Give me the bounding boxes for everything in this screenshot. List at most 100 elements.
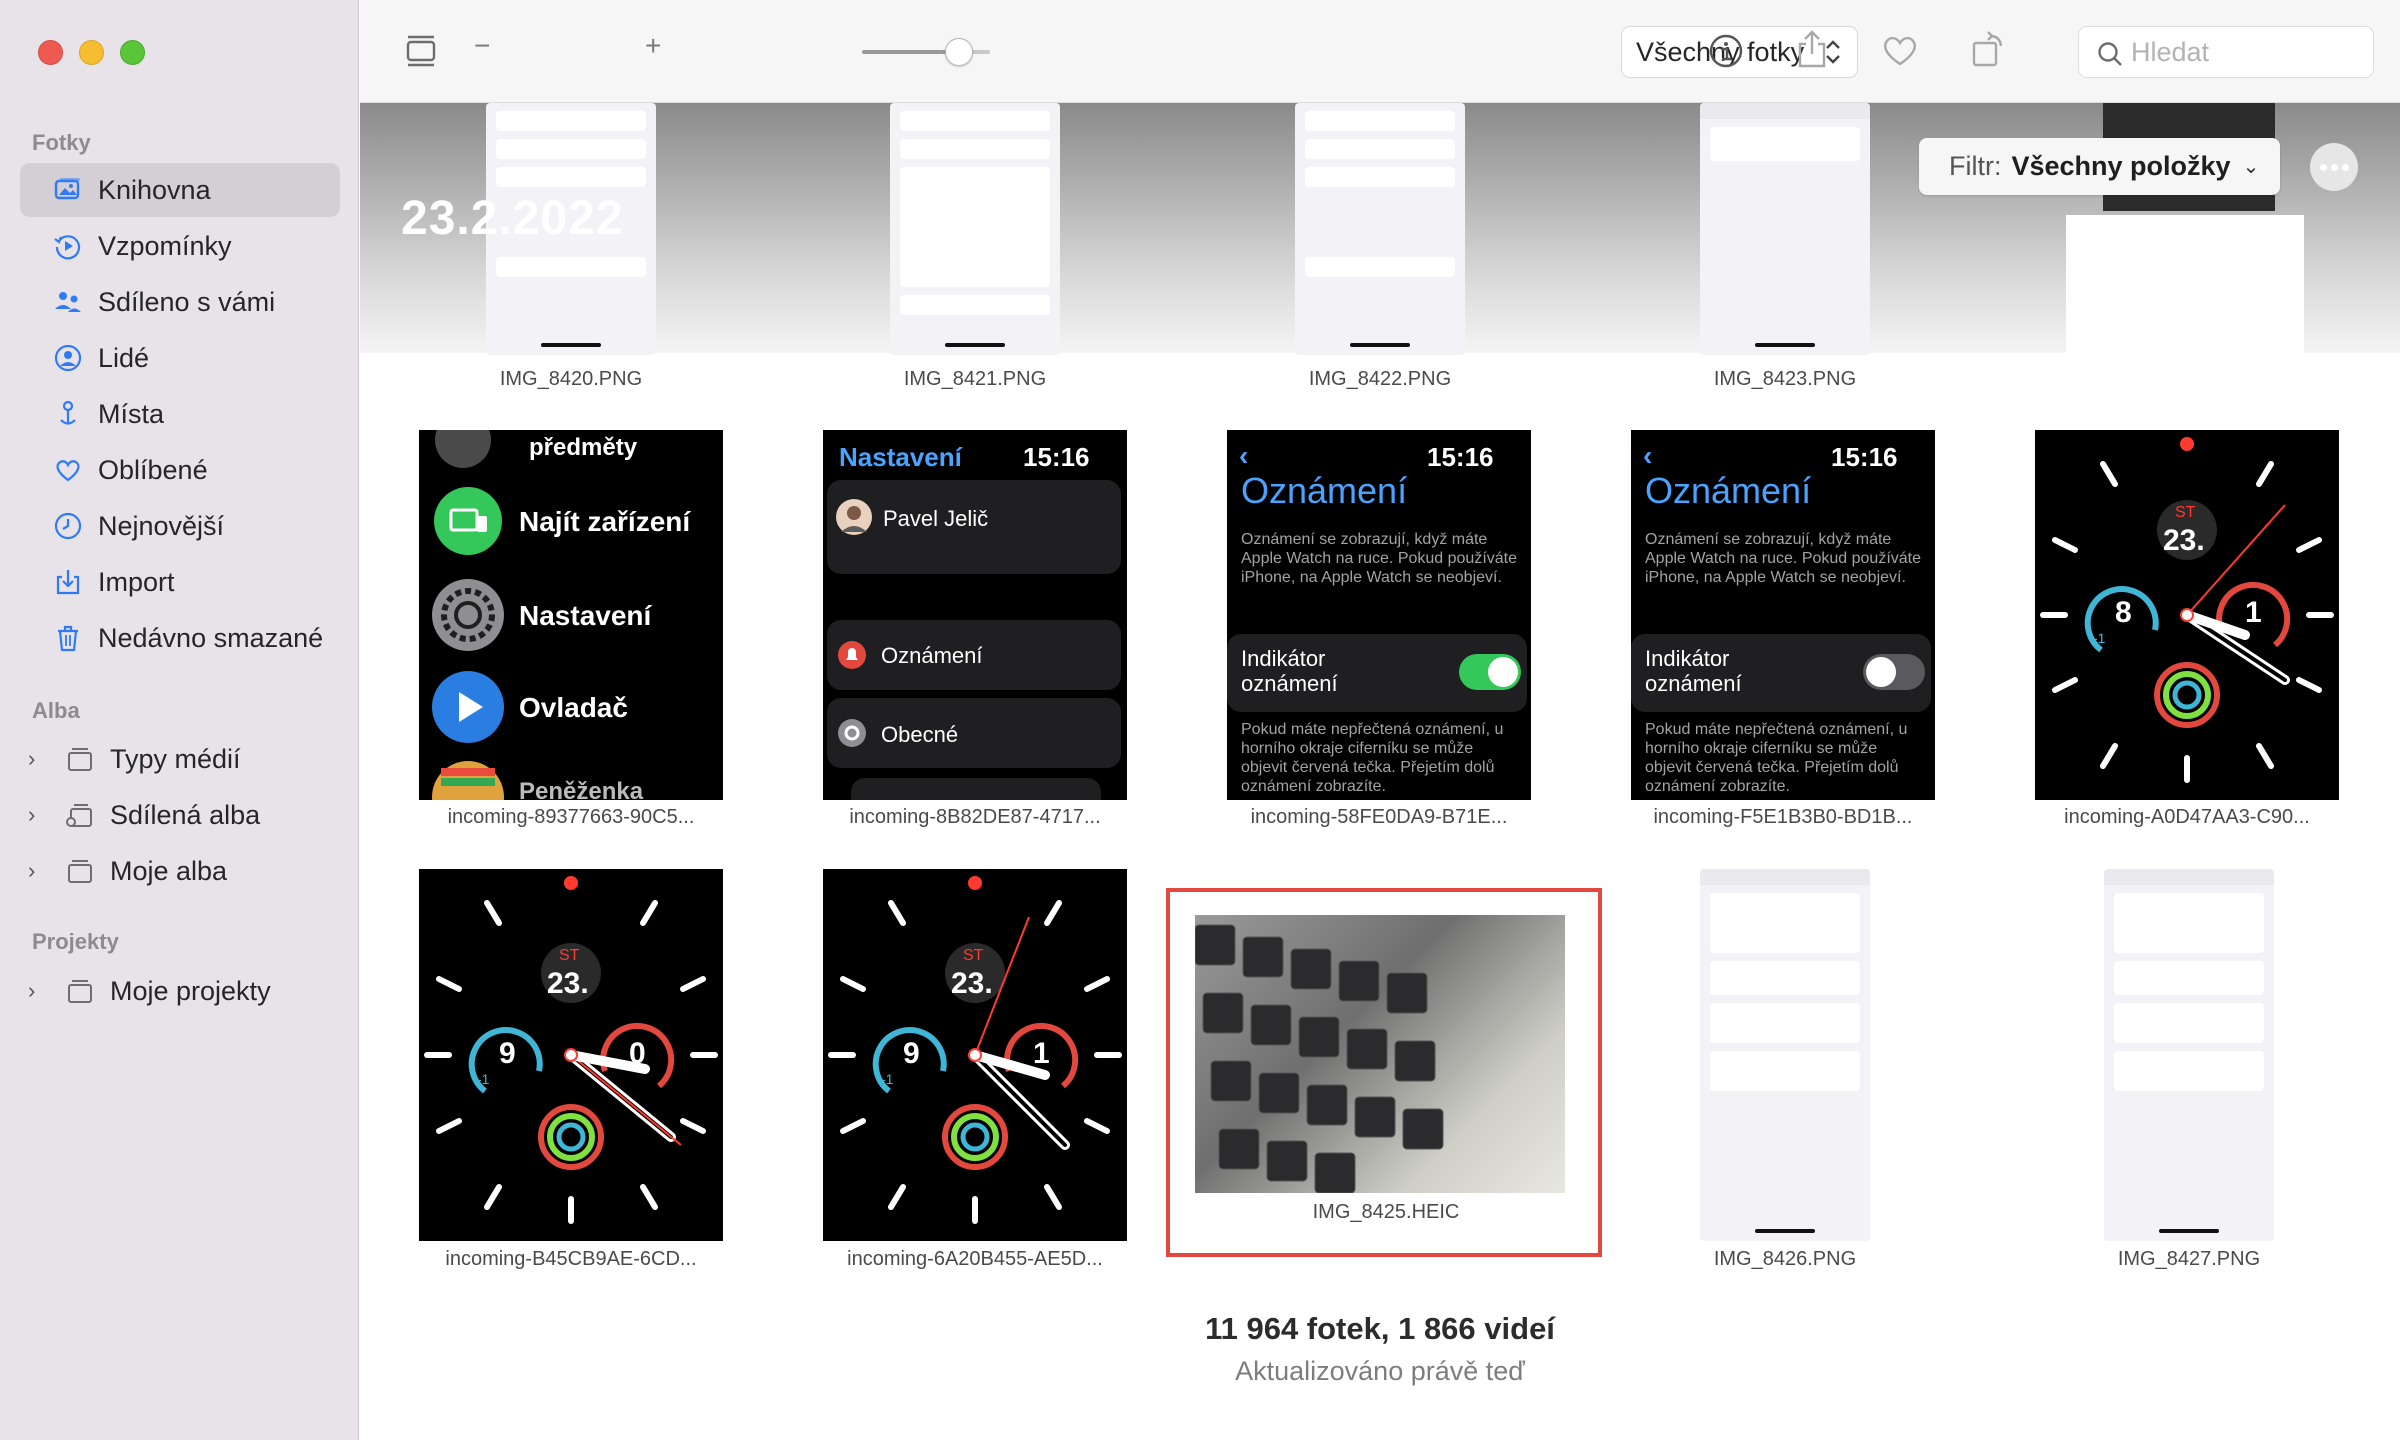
sidebar-item-my-projects[interactable]: › Moje projekty [28,966,271,1016]
photo-caption: IMG_8421.PNG [903,368,1047,390]
sidebar-item-label: Nejnovější [98,510,225,541]
photo-thumbnail-keyboard[interactable] [1195,915,1565,1193]
photo-thumbnail-watch-notifications-off[interactable]: ‹ 15:16 Oznámení Oznámení se zobrazují, … [1631,430,1935,800]
sidebar-item-recents[interactable]: Nejnovější [20,499,340,553]
photo-thumbnail-img-8426[interactable] [1700,869,1870,1241]
filter-button[interactable]: Filtr: Všechny položky ⌄ [1919,138,2280,195]
sidebar-item-favorites[interactable]: Oblíbené [20,443,340,497]
avatar [836,499,872,535]
chevron-right-icon[interactable]: › [28,858,46,884]
watch-time: 15:16 [1023,442,1090,472]
section-header-albums: Alba [32,698,80,723]
watch-complication-sub: -1 [2093,630,2106,646]
watch-complication-value: 9 [499,1037,516,1070]
import-icon [52,566,84,598]
photo-caption: IMG_8427.PNG [2117,1248,2261,1270]
zoom-slider-knob[interactable] [945,38,973,66]
sidebar-item-library[interactable]: Knihovna [20,163,340,217]
close-window-button[interactable] [38,40,63,65]
sidebar-item-people[interactable]: Lidé [20,331,340,385]
heart-icon [52,454,84,486]
photo-thumbnail-watch-face[interactable]: ST 23. 9 -1 1 [823,869,1127,1241]
sidebar-item-recently-deleted[interactable]: Nedávno smazané [20,611,340,665]
chevron-right-icon[interactable]: › [28,802,46,828]
photo-thumbnail-watch-notifications-on[interactable]: ‹ 15:16 Oznámení Oznámení se zobrazují, … [1227,430,1531,800]
photo-thumbnail-img-8427[interactable] [2104,869,2274,1241]
sidebar-item-label: Vzpomínky [98,230,232,261]
sidebar-item-memories[interactable]: Vzpomínky [20,219,340,273]
watch-row-label: Oznámení [881,643,983,668]
watch-complication-sub: -1 [881,1071,894,1087]
watch-complication-value: 8 [2115,596,2132,629]
rotate-icon[interactable] [1968,30,2008,70]
sidebar-item-shared-with-you[interactable]: Sdíleno s vámi [20,275,340,329]
keyboard-photo-icon [1195,924,1444,1193]
notification-indicator-toggle [1459,654,1521,690]
photo-thumbnail-watch-face[interactable]: ST 23. 9 -1 0 [419,869,723,1241]
watch-complication-value: 1 [1033,1037,1050,1070]
date-heading: 23.2.2022 [401,192,624,245]
zoom-in-button[interactable]: + [645,30,661,62]
photo-thumbnail-img-8422[interactable] [1295,103,1465,355]
photo-caption: incoming-58FE0DA9-B71E... [1250,806,1508,828]
window-controls [38,40,145,65]
photo-thumbnail-white[interactable] [2066,215,2304,355]
photo-thumbnail-watch-face[interactable]: ST 23. 8 -1 1 [2035,430,2339,800]
notification-indicator-toggle [1863,654,1925,690]
album-stack-icon [64,743,96,775]
photo-thumbnail-img-8423[interactable] [1700,103,1870,355]
minimize-window-button[interactable] [79,40,104,65]
watch-card [851,778,1101,800]
photo-thumbnail-img-8421[interactable] [890,103,1060,355]
play-remote-icon [432,671,504,743]
zoom-window-button[interactable] [120,40,145,65]
dot-icon [2319,163,2327,171]
sidebar-item-label: Místa [98,398,165,429]
photo-caption: incoming-6A20B455-AE5D... [847,1248,1103,1270]
watch-complication-value: 0 [629,1037,646,1070]
sidebar-item-label: Knihovna [98,174,211,205]
sidebar-item-label: Nedávno smazané [98,622,324,653]
info-icon[interactable] [1707,32,1745,70]
library-updated-status: Aktualizováno právě teď [1235,1356,1525,1386]
search-field[interactable]: Hledat [2078,26,2374,78]
watch-complication-value: 1 [2245,596,2262,629]
watch-time: 15:16 [1427,442,1494,472]
sidebar-item-label: Sdílená alba [110,799,261,830]
notification-bell-icon [838,641,866,669]
sidebar-item-label: Sdíleno s vámi [98,286,276,317]
album-stack-icon [64,975,96,1007]
watch-card [827,698,1121,768]
sidebar-item-label: Import [98,566,175,597]
chevron-right-icon[interactable]: › [28,978,46,1004]
watch-description: Oznámení se zobrazují, když máte Apple W… [1645,531,1922,586]
chevron-down-icon: ⌄ [2242,156,2260,178]
clock-icon [52,510,84,542]
sidebar-item-shared-albums[interactable]: › Sdílená alba [28,790,260,840]
wallet-icon [432,761,504,800]
zoom-out-button[interactable]: − [474,30,490,62]
sidebar-item-places[interactable]: Místa [20,387,340,441]
watch-date: 23. [951,967,993,1000]
photo-caption: IMG_8426.PNG [1713,1248,1857,1270]
photo-thumbnail-watch-menu[interactable]: předměty Najít zařízení Nastavení Ovlada… [419,430,723,800]
photo-thumbnail-watch-settings[interactable]: Nastavení 15:16 Pavel Jelič Oznámení Obe… [823,430,1127,800]
shared-album-icon [64,799,96,831]
dot-icon [2330,163,2338,171]
watch-day: ST [2175,504,2196,521]
watch-day: ST [963,947,984,964]
share-icon[interactable] [1793,28,1831,70]
watch-footnote: Pokud máte nepřečtená oznámení, u horníh… [1645,721,1908,795]
chevron-left-icon: ‹ [1643,440,1653,471]
sidebar-item-my-albums[interactable]: › Moje alba [28,846,227,896]
favorite-heart-icon[interactable] [1880,32,1920,68]
toggle-sidebar-icon[interactable] [404,34,438,68]
photo-caption: IMG_8425.HEIC [1312,1201,1460,1223]
chevron-right-icon[interactable]: › [28,746,46,772]
sidebar-item-import[interactable]: Import [20,555,340,609]
watch-day: ST [559,947,580,964]
sidebar: Fotky Knihovna Vzpomínky Sdíleno s vámi … [0,0,359,1440]
more-options-button[interactable] [2310,143,2358,191]
watch-user-name: Pavel Jelič [883,506,989,531]
sidebar-item-media-types[interactable]: › Typy médií [28,734,241,784]
